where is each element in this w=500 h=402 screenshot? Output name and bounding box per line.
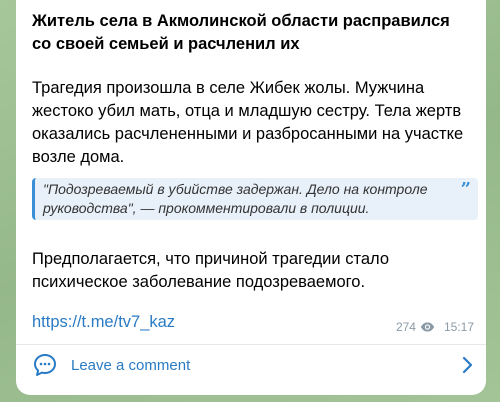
leave-comment-label: Leave a comment [71, 357, 191, 374]
speech-bubble-icon [32, 352, 58, 378]
message-time: 15:17 [443, 320, 474, 334]
message-paragraph: Предполагается, что причиной трагедии ст… [32, 250, 389, 291]
message-quote: "Подозреваемый в убийстве задержан. Дело… [32, 178, 478, 220]
eye-icon [420, 322, 435, 332]
chevron-right-icon [462, 356, 474, 374]
message-meta: 274 15:17 [396, 320, 474, 334]
message-title: Житель села в Акмолинской области распра… [32, 12, 450, 53]
message-bubble: Житель села в Акмолинской области распра… [16, 0, 486, 395]
leave-comment-button[interactable]: Leave a comment [16, 345, 486, 387]
quote-marks-icon: ” [460, 179, 471, 200]
channel-link[interactable]: https://t.me/tv7_kaz [32, 313, 175, 332]
view-count: 274 [395, 320, 416, 334]
quote-text: "Подозреваемый в убийстве задержан. Дело… [43, 181, 428, 216]
message-paragraph: Трагедия произошла в селе Жибек жолы. Му… [32, 79, 464, 166]
